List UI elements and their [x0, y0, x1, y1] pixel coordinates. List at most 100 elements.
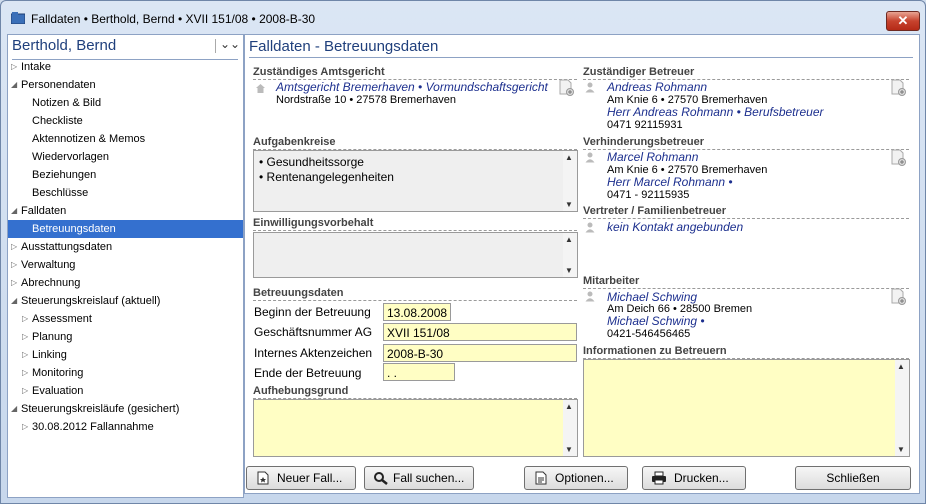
scroll-down-icon[interactable]: ▼	[565, 266, 573, 275]
app-window: Falldaten • Berthold, Bernd • XVII 151/0…	[0, 0, 926, 504]
einwilligung-list[interactable]: ▲ ▼	[253, 232, 578, 278]
scrollbar[interactable]: ▲ ▼	[895, 360, 909, 456]
scroll-up-icon[interactable]: ▲	[565, 153, 573, 162]
sidebar-item[interactable]: ▷ Linking	[8, 346, 243, 364]
scroll-up-icon[interactable]: ▲	[897, 362, 905, 371]
add-contact-icon[interactable]	[559, 79, 574, 96]
amtsgericht-heading: Zuständiges Amtsgericht	[253, 66, 385, 78]
collapse-arrow-icon[interactable]: ◢	[11, 400, 17, 418]
aufhebung-textarea[interactable]: ▲ ▼	[253, 399, 578, 457]
amtsgericht-link[interactable]: Amtsgericht Bremerhaven • Vormundschafts…	[276, 80, 548, 94]
sidebar-item[interactable]: Beschlüsse	[8, 184, 243, 202]
page-title: Falldaten - Betreuungsdaten	[249, 38, 439, 55]
scroll-down-icon[interactable]: ▼	[897, 445, 905, 454]
sidebar-item[interactable]: Checkliste	[8, 112, 243, 130]
sidebar-item[interactable]: ◢ Falldaten	[8, 202, 243, 220]
sidebar-item[interactable]: ▷ 30.08.2012 Fallannahme	[8, 418, 243, 436]
expand-arrow-icon[interactable]: ▷	[11, 58, 17, 76]
scroll-down-icon[interactable]: ▼	[565, 445, 573, 454]
betreuer-role[interactable]: Herr Andreas Rohmann • Berufsbetreuer	[607, 105, 824, 119]
mitarbeiter-link[interactable]: Michael Schwing	[607, 290, 697, 304]
scroll-up-icon[interactable]: ▲	[565, 235, 573, 244]
betreuer-phone: 0471 92115931	[607, 119, 683, 131]
sidebar-item[interactable]: ▷ Abrechnung	[8, 274, 243, 292]
neuer-fall-button[interactable]: Neuer Fall...	[246, 466, 356, 490]
ende-field[interactable]: . .	[383, 363, 455, 381]
add-contact-icon[interactable]	[891, 79, 906, 96]
sidebar-item[interactable]: ▷ Assessment	[8, 310, 243, 328]
person-icon	[585, 82, 595, 93]
aufgabenkreise-list[interactable]: • Gesundheitssorge • Rentenangelegenheit…	[253, 150, 578, 212]
sidebar-item-label: Aktennotizen & Memos	[32, 133, 146, 145]
scrollbar[interactable]: ▲ ▼	[563, 233, 577, 277]
add-contact-icon[interactable]	[891, 288, 906, 305]
optionen-button[interactable]: Optionen...	[524, 466, 628, 490]
scroll-up-icon[interactable]: ▲	[565, 402, 573, 411]
scrollbar[interactable]: ▲ ▼	[563, 151, 577, 211]
folder-icon	[11, 12, 25, 24]
expand-arrow-icon[interactable]: ▷	[22, 418, 28, 436]
scrollbar[interactable]: ▲ ▼	[563, 400, 577, 456]
verhinderung-link[interactable]: Marcel Rohmann	[607, 150, 698, 164]
expand-arrow-icon[interactable]: ▷	[22, 310, 28, 328]
informationen-heading: Informationen zu Betreuern	[583, 345, 727, 357]
add-contact-icon[interactable]	[891, 149, 906, 166]
expand-arrow-icon[interactable]: ▷	[11, 274, 17, 292]
gnr-field[interactable]: XVII 151/08	[383, 323, 577, 341]
title-bar[interactable]: Falldaten • Berthold, Bernd • XVII 151/0…	[1, 1, 925, 35]
verhinderung-heading: Verhinderungsbetreuer	[583, 136, 705, 148]
sidebar-item-label: Notizen & Bild	[32, 97, 102, 109]
sidebar-item-label: 30.08.2012 Fallannahme	[32, 421, 154, 433]
beginn-label: Beginn der Betreuung	[254, 305, 371, 319]
expand-arrow-icon[interactable]: ▷	[11, 256, 17, 274]
az-field[interactable]: 2008-B-30	[383, 344, 577, 362]
expand-arrow-icon[interactable]: ▷	[22, 364, 28, 382]
close-button[interactable]: ✕	[886, 11, 920, 31]
verhinderung-role[interactable]: Herr Marcel Rohmann •	[607, 175, 733, 189]
scroll-down-icon[interactable]: ▼	[565, 200, 573, 209]
vertreter-link[interactable]: kein Kontakt angebunden	[607, 220, 743, 234]
gnr-label: Geschäftsnummer AG	[254, 325, 373, 339]
drucken-button[interactable]: Drucken...	[642, 466, 746, 490]
informationen-textarea[interactable]: ▲ ▼	[583, 359, 910, 457]
sidebar-item[interactable]: Aktennotizen & Memos	[8, 130, 243, 148]
expand-arrow-icon[interactable]: ▷	[22, 382, 28, 400]
sidebar-item-label: Checkliste	[32, 115, 83, 127]
window-title: Falldaten • Berthold, Bernd • XVII 151/0…	[31, 12, 316, 26]
printer-icon	[652, 471, 666, 485]
sidebar-item[interactable]: ▷ Evaluation	[8, 382, 243, 400]
schliessen-button[interactable]: Schließen	[795, 466, 911, 490]
collapse-chevron-icon[interactable]: ⌄⌄	[220, 37, 240, 51]
sidebar-item[interactable]: Beziehungen	[8, 166, 243, 184]
expand-arrow-icon[interactable]: ▷	[22, 346, 28, 364]
divider	[249, 57, 913, 58]
sidebar-item[interactable]: ▷ Ausstattungsdaten	[8, 238, 243, 256]
divider	[583, 218, 909, 219]
expand-arrow-icon[interactable]: ▷	[22, 328, 28, 346]
sidebar-item[interactable]: ▷ Monitoring	[8, 364, 243, 382]
sidebar-item[interactable]: Notizen & Bild	[8, 94, 243, 112]
sidebar-item[interactable]: Wiedervorlagen	[8, 148, 243, 166]
sidebar-item-label: Betreuungsdaten	[32, 223, 116, 235]
sidebar-item[interactable]: ◢ Personendaten	[8, 76, 243, 94]
search-icon	[374, 472, 388, 485]
expand-arrow-icon[interactable]: ▷	[11, 238, 17, 256]
divider	[215, 39, 216, 53]
collapse-arrow-icon[interactable]: ◢	[11, 292, 17, 310]
betreuer-link[interactable]: Andreas Rohmann	[607, 80, 707, 94]
sidebar-item[interactable]: ▷ Planung	[8, 328, 243, 346]
collapse-arrow-icon[interactable]: ◢	[11, 202, 17, 220]
fall-suchen-button[interactable]: Fall suchen...	[364, 466, 474, 490]
home-icon	[256, 84, 265, 93]
sidebar-item[interactable]: Betreuungsdaten	[8, 220, 243, 238]
sidebar-item-label: Evaluation	[32, 385, 84, 397]
sidebar-item[interactable]: ◢ Steuerungskreislauf (aktuell)	[8, 292, 243, 310]
sidebar-item-label: Abrechnung	[21, 277, 81, 289]
list-item: • Gesundheitssorge	[259, 155, 364, 169]
sidebar-item[interactable]: ▷ Intake	[8, 58, 243, 76]
sidebar-item[interactable]: ◢ Steuerungskreisläufe (gesichert)	[8, 400, 243, 418]
collapse-arrow-icon[interactable]: ◢	[11, 76, 17, 94]
mitarbeiter-role[interactable]: Michael Schwing •	[607, 314, 705, 328]
sidebar-item[interactable]: ▷ Verwaltung	[8, 256, 243, 274]
beginn-field[interactable]: 13.08.2008	[383, 303, 451, 321]
